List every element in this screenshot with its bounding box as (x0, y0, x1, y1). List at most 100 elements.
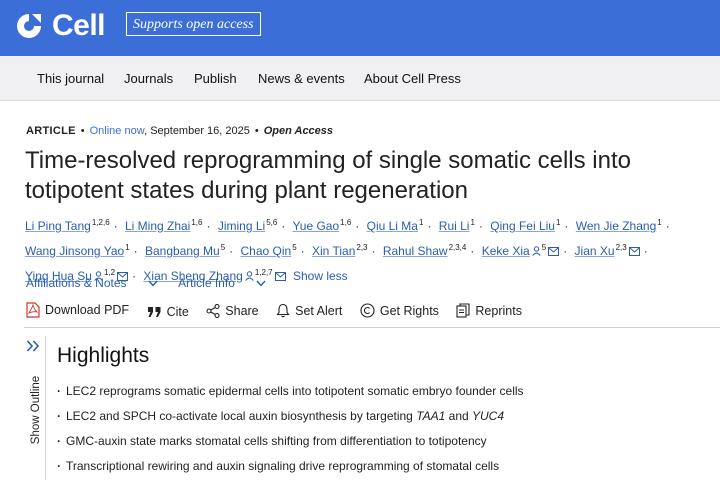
nav-about-cell-press[interactable]: About Cell Press (364, 71, 461, 86)
share-icon (206, 304, 220, 318)
author-affiliation: 1,2,6 (91, 218, 110, 227)
article-toolbar: Download PDF Cite Share Set Alert Get Ri… (26, 302, 536, 322)
gene-name-yuc4: YUC4 (472, 409, 505, 423)
reprints-icon (456, 303, 470, 318)
author-name[interactable]: Wang Jinsong Yao (25, 244, 124, 258)
highlight-item: LEC2 and SPCH co-activate local auxin bi… (57, 409, 707, 434)
affiliations-notes-label: Affiliations & Notes (26, 276, 127, 290)
author-affiliation: 5 (220, 243, 226, 252)
chevron-down-icon (256, 280, 266, 287)
title-line-2: totipotent states during plant regenerat… (25, 177, 468, 204)
author-affiliation: 2,3 (356, 243, 368, 252)
highlight-text: Transcriptional rewiring and auxin signa… (66, 459, 500, 473)
download-pdf-button[interactable]: Download PDF (26, 302, 129, 318)
show-less-link[interactable]: Show less (293, 269, 348, 283)
double-chevron-right-icon[interactable] (26, 340, 40, 352)
highlight-text: LEC2 and SPCH co-activate local auxin bi… (66, 409, 417, 423)
author-separator: · (470, 244, 475, 258)
nav-publish[interactable]: Publish (194, 71, 237, 86)
reprints-label: Reprints (475, 303, 522, 318)
meta-separator: • (254, 125, 259, 137)
author-affiliation: 2,3,4 (448, 243, 467, 252)
nav-this-journal[interactable]: This journal (37, 71, 104, 86)
nav-journals[interactable]: Journals (124, 71, 173, 86)
author-name[interactable]: Rui Li (439, 219, 470, 233)
cell-logo-icon (17, 14, 41, 38)
copyright-icon (360, 303, 375, 318)
author-name[interactable]: Rahul Shaw (383, 244, 448, 258)
open-access-badge[interactable]: Supports open access (126, 12, 261, 36)
author-affiliation: 2,3 (615, 243, 627, 252)
highlight-text: GMC-auxin state marks stomatal cells shi… (66, 434, 487, 448)
download-pdf-label: Download PDF (45, 303, 130, 317)
mail-icon[interactable] (628, 247, 640, 256)
mail-icon[interactable] (548, 247, 560, 256)
chevron-down-icon (147, 280, 158, 287)
article-title: Time-resolved reprogramming of single so… (25, 146, 705, 206)
author-name[interactable]: Li Ping Tang (25, 219, 91, 233)
nav-news-events[interactable]: News & events (258, 71, 345, 86)
author-name[interactable]: Jiming Li (218, 219, 265, 233)
pdf-icon (26, 302, 40, 318)
author-affiliation: 1 (555, 218, 561, 227)
cell-logo[interactable]: Cell (14, 8, 106, 44)
online-status[interactable]: Online now (90, 125, 144, 137)
person-icon[interactable] (532, 246, 541, 256)
highlights-list: LEC2 reprograms somatic epidermal cells … (57, 384, 707, 480)
author-name[interactable]: Yue Gao (292, 219, 339, 233)
site-header: Cell Supports open access (0, 0, 720, 56)
set-alert-label: Set Alert (295, 303, 343, 318)
cite-label: Cite (166, 305, 189, 319)
article-type: ARTICLE (26, 125, 76, 137)
author-affiliation: 1 (418, 218, 424, 227)
highlight-item: LEC2 reprograms somatic epidermal cells … (57, 384, 707, 409)
open-access-label: Open Access (263, 125, 334, 137)
author-affiliation: 1 (657, 218, 662, 227)
cell-logo-text: Cell (52, 9, 106, 42)
gene-name-taa1: TAA1 (416, 409, 446, 423)
author-separator: · (206, 219, 211, 233)
article-info-label: Article Info (178, 276, 235, 290)
author-name[interactable]: Xin Tian (312, 244, 355, 258)
author-name[interactable]: Keke Xia (482, 244, 530, 258)
highlight-text: LEC2 reprograms somatic epidermal cells … (66, 384, 524, 398)
affiliations-notes-toggle[interactable]: Affiliations & Notes (26, 276, 158, 290)
article-info-toggle[interactable]: Article Info (178, 276, 266, 290)
author-name[interactable]: Chao Qin (241, 244, 292, 258)
get-rights-button[interactable]: Get Rights (360, 303, 439, 318)
reprints-button[interactable]: Reprints (456, 303, 522, 318)
quote-icon (147, 307, 161, 317)
author-name[interactable]: Qing Fei Liu (490, 219, 555, 233)
author-separator: · (371, 244, 376, 258)
author-separator: · (355, 219, 360, 233)
title-line-1: Time-resolved reprogramming of single so… (25, 147, 631, 174)
author-separator: · (643, 244, 648, 258)
article-meta: ARTICLE • Online now, September 16, 2025 • O… (26, 125, 333, 137)
section-divider (24, 327, 720, 328)
author-affiliation: 1 (125, 243, 130, 252)
outline-panel[interactable]: Show Outline (24, 336, 46, 480)
author-separator: · (133, 244, 138, 258)
show-outline-label[interactable]: Show Outline (30, 366, 42, 454)
bell-icon (276, 303, 290, 318)
share-label: Share (225, 304, 259, 318)
affiliation-row: Affiliations & Notes Article Info (26, 276, 284, 290)
share-button[interactable]: Share (206, 304, 259, 318)
main-nav: This journal Journals Publish News & eve… (0, 56, 720, 101)
author-separator: · (113, 219, 118, 233)
author-name[interactable]: Wen Jie Zhang (576, 219, 657, 233)
author-separator: · (478, 219, 483, 233)
author-affiliation: 5 (541, 243, 547, 252)
author-name[interactable]: Jian Xu (575, 244, 615, 258)
author-name[interactable]: Bangbang Mu (145, 244, 220, 258)
author-separator: · (229, 244, 234, 258)
set-alert-button[interactable]: Set Alert (276, 303, 342, 318)
author-separator: · (281, 219, 286, 233)
highlights-heading: Highlights (57, 344, 150, 367)
meta-separator: • (80, 125, 85, 137)
author-name[interactable]: Qiu Li Ma (367, 219, 418, 233)
cite-button[interactable]: Cite (147, 305, 189, 319)
author-affiliation: 1,6 (191, 218, 203, 227)
author-name[interactable]: Li Ming Zhai (125, 219, 190, 233)
highlight-text-and: and (445, 409, 473, 423)
